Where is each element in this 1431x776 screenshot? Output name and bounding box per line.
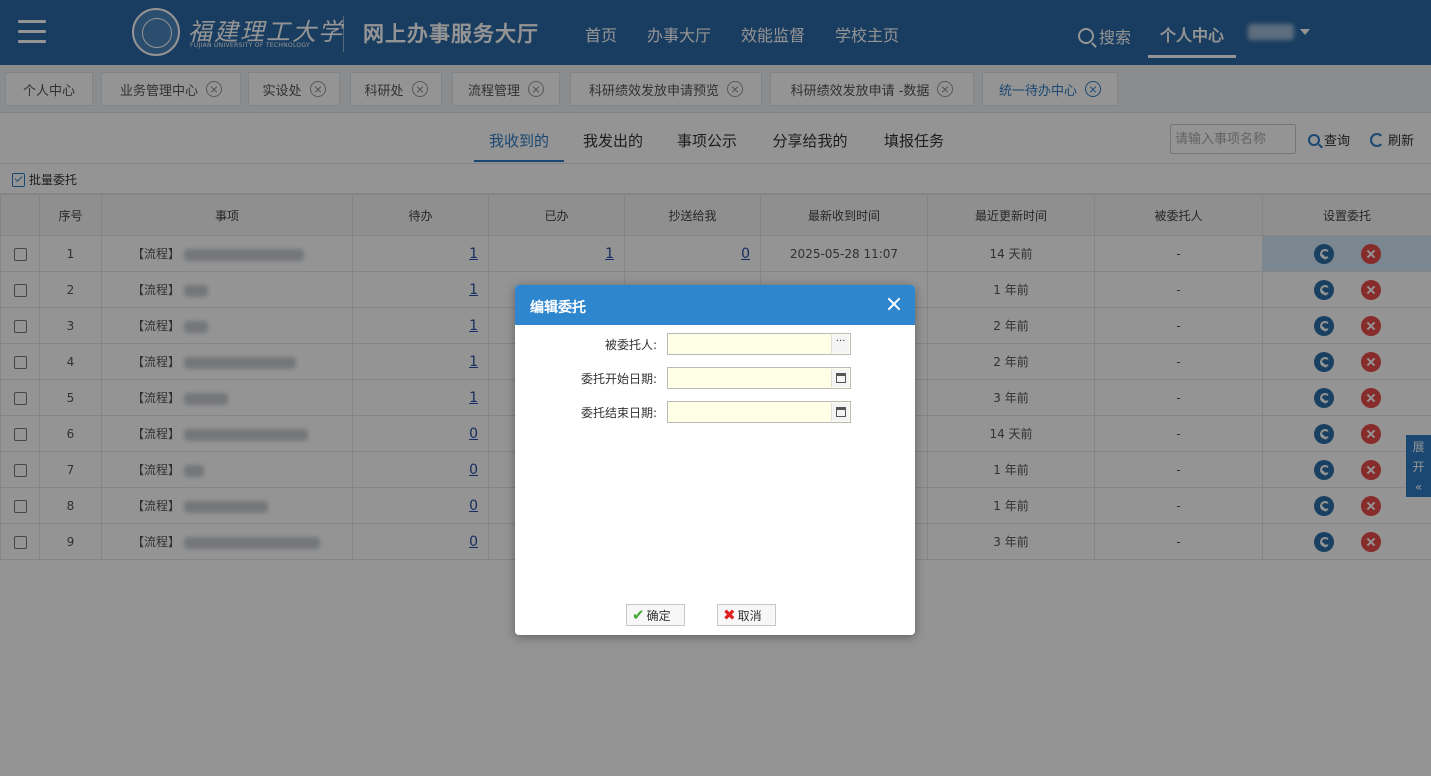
confirm-label: 确定 xyxy=(646,608,671,623)
close-icon[interactable] xyxy=(887,297,901,311)
dialog-title: 编辑委托 xyxy=(530,300,586,316)
delegate-input[interactable]: ··· xyxy=(667,333,851,355)
start-date-input[interactable] xyxy=(667,367,851,389)
calendar-button[interactable] xyxy=(831,403,849,421)
end-date-input[interactable] xyxy=(667,401,851,423)
field-start-date: 委托开始日期: xyxy=(515,367,915,389)
calendar-button[interactable] xyxy=(831,369,849,387)
cross-icon: ✖ xyxy=(723,606,736,624)
confirm-button[interactable]: ✔ 确定 xyxy=(626,604,685,626)
delegate-label: 被委托人: xyxy=(604,338,657,352)
calendar-icon xyxy=(836,373,846,383)
more-options-icon[interactable]: ··· xyxy=(831,335,849,353)
field-delegate: 被委托人: ··· xyxy=(515,333,915,355)
dialog-header: 编辑委托 xyxy=(515,285,915,325)
cancel-label: 取消 xyxy=(737,608,762,623)
cancel-button[interactable]: ✖ 取消 xyxy=(717,604,776,626)
calendar-icon xyxy=(836,407,846,417)
field-end-date: 委托结束日期: xyxy=(515,401,915,423)
start-date-label: 委托开始日期: xyxy=(580,372,657,386)
checkmark-icon: ✔ xyxy=(632,606,645,624)
end-date-label: 委托结束日期: xyxy=(580,406,657,420)
edit-delegation-dialog: 编辑委托 被委托人: ··· 委托开始日期: 委托结束日期: ✔ 确定 ✖ 取消 xyxy=(515,285,915,635)
